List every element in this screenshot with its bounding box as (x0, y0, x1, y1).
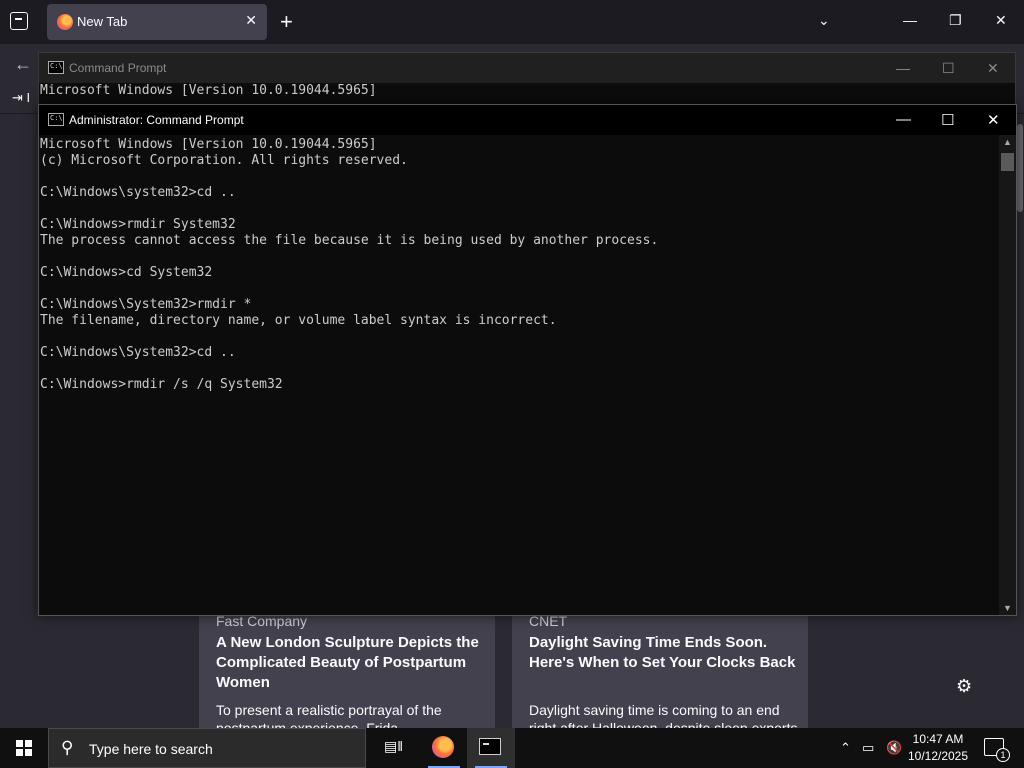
news-card[interactable]: Fast Company A New London Sculpture Depi… (199, 605, 495, 736)
system-clock[interactable]: 10:47 AM 10/12/2025 (906, 731, 970, 765)
taskbar-search[interactable]: ⚲ Type here to search (48, 728, 366, 768)
network-icon[interactable]: ▭ (862, 740, 874, 756)
console-line: C:\Windows\system32>cd .. (40, 185, 236, 200)
console-line: (c) Microsoft Corporation. All rights re… (40, 153, 408, 168)
command-prompt-icon[interactable] (479, 738, 501, 755)
back-arrow-icon[interactable]: ← (14, 54, 32, 75)
volume-muted-icon[interactable]: 🔇 (886, 740, 902, 756)
chevron-down-icon[interactable]: ⌄ (818, 12, 830, 29)
browser-minimize-button[interactable]: — (903, 12, 917, 28)
browser-close-button[interactable]: ✕ (995, 12, 1007, 29)
minimize-button[interactable]: — (896, 111, 911, 128)
console-line: Microsoft Windows [Version 10.0.19044.59… (40, 137, 377, 152)
close-button[interactable]: ✕ (987, 111, 1000, 129)
close-button[interactable]: ✕ (987, 60, 999, 77)
minimize-button[interactable]: — (896, 60, 910, 76)
console-line: C:\Windows\System32>cd .. (40, 345, 236, 360)
task-view-icon[interactable]: ▤‖ (384, 738, 403, 756)
news-headline[interactable]: A New London Sculpture Depicts the Compl… (216, 633, 486, 693)
new-tab-button[interactable]: + (280, 9, 293, 35)
news-headline[interactable]: Daylight Saving Time Ends Soon. Here's W… (529, 633, 799, 673)
browser-tab-strip: New Tab ✕ + ⌄ — ❐ ✕ (0, 0, 1024, 44)
command-prompt-icon (48, 61, 64, 74)
title-bar[interactable]: Administrator: Command Prompt — ☐ ✕ (39, 105, 1016, 135)
search-placeholder: Type here to search (89, 741, 213, 757)
clock-date: 10/12/2025 (907, 749, 969, 763)
clock-time: 10:47 AM (912, 732, 964, 746)
console-line: The process cannot access the file becau… (40, 233, 659, 248)
taskbar: ⚲ Type here to search ▤‖ ⌃ ▭ 🔇 10:47 AM … (0, 728, 1024, 768)
page-scrollbar[interactable] (1016, 114, 1024, 728)
tab-title: New Tab (77, 14, 128, 29)
scroll-down-icon[interactable]: ▼ (1003, 603, 1012, 613)
maximize-button[interactable]: ☐ (942, 60, 955, 77)
scroll-thumb[interactable] (1017, 124, 1023, 212)
close-tab-icon[interactable]: ✕ (245, 12, 257, 29)
command-prompt-window-admin[interactable]: Administrator: Command Prompt — ☐ ✕ Micr… (38, 104, 1017, 616)
console-scrollbar[interactable]: ▲ ▼ (999, 135, 1016, 615)
tab-new-tab[interactable]: New Tab ✕ (47, 4, 267, 40)
maximize-button[interactable]: ☐ (941, 111, 954, 129)
search-icon: ⚲ (61, 738, 74, 757)
console-line: Microsoft Windows [Version 10.0.19044.59… (40, 83, 377, 98)
console-line: C:\Windows>rmdir /s /q System32 (40, 377, 283, 392)
notification-center-icon[interactable]: 1 (984, 738, 1010, 762)
window-title: Administrator: Command Prompt (69, 113, 244, 127)
news-card[interactable]: CNET Daylight Saving Time Ends Soon. Her… (512, 605, 808, 754)
console-line: C:\Windows>cd System32 (40, 265, 213, 280)
desktop: New Tab ✕ + ⌄ — ❐ ✕ ← ⇥ I Fast Company A… (0, 0, 1024, 768)
browser-maximize-button[interactable]: ❐ (949, 12, 962, 29)
firefox-icon (57, 14, 73, 30)
window-title: Command Prompt (69, 61, 167, 75)
firefox-icon[interactable] (432, 736, 454, 758)
windows-logo-icon[interactable] (16, 740, 32, 756)
notification-count: 1 (996, 748, 1010, 762)
scroll-thumb[interactable] (1001, 153, 1014, 171)
sign-in-icon[interactable]: ⇥ I (12, 90, 30, 106)
partial-label: I (26, 90, 31, 105)
command-prompt-icon (48, 113, 64, 126)
console-line: The filename, directory name, or volume … (40, 313, 557, 328)
scroll-up-icon[interactable]: ▲ (1003, 137, 1012, 147)
tab-list-icon[interactable] (10, 12, 28, 30)
console-output[interactable]: Microsoft Windows [Version 10.0.19044.59… (40, 137, 998, 613)
console-line: C:\Windows>rmdir System32 (40, 217, 236, 232)
console-line: C:\Windows\System32>rmdir * (40, 297, 252, 312)
title-bar[interactable]: Command Prompt — ☐ ✕ (39, 53, 1015, 83)
gear-icon[interactable]: ⚙ (956, 676, 972, 697)
chevron-up-icon[interactable]: ⌃ (840, 740, 851, 756)
